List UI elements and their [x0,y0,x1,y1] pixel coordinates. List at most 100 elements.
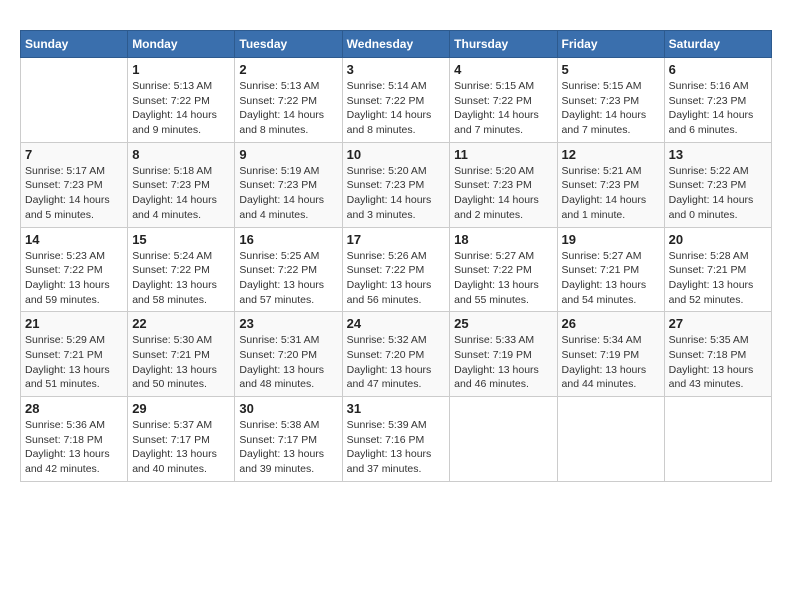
weekday-sunday: Sunday [21,31,128,58]
day-info: Sunrise: 5:27 AMSunset: 7:22 PMDaylight:… [454,249,552,308]
day-number: 23 [239,316,337,331]
calendar-cell: 24 Sunrise: 5:32 AMSunset: 7:20 PMDayligh… [342,312,450,397]
day-number: 6 [669,62,767,77]
weekday-thursday: Thursday [450,31,557,58]
calendar-cell: 29 Sunrise: 5:37 AMSunset: 7:17 PMDayligh… [128,397,235,482]
day-info: Sunrise: 5:33 AMSunset: 7:19 PMDaylight:… [454,333,552,392]
day-info: Sunrise: 5:13 AMSunset: 7:22 PMDaylight:… [239,79,337,138]
day-info: Sunrise: 5:16 AMSunset: 7:23 PMDaylight:… [669,79,767,138]
day-number: 10 [347,147,446,162]
day-info: Sunrise: 5:28 AMSunset: 7:21 PMDaylight:… [669,249,767,308]
weekday-wednesday: Wednesday [342,31,450,58]
day-number: 9 [239,147,337,162]
day-number: 17 [347,232,446,247]
day-number: 16 [239,232,337,247]
weekday-friday: Friday [557,31,664,58]
day-number: 22 [132,316,230,331]
calendar-cell: 8Sunrise: 5:18 AMSunset: 7:23 PMDaylight… [128,142,235,227]
week-row-5: 28Sunrise: 5:36 AMSunset: 7:18 PMDayligh… [21,397,772,482]
day-number: 19 [562,232,660,247]
day-number: 15 [132,232,230,247]
day-info: Sunrise: 5:15 AMSunset: 7:22 PMDaylight:… [454,79,552,138]
day-info: Sunrise: 5:13 AMSunset: 7:22 PMDaylight:… [132,79,230,138]
day-info: Sunrise: 5:15 AMSunset: 7:23 PMDaylight:… [562,79,660,138]
day-number: 27 [669,316,767,331]
day-info: Sunrise: 5:35 AMSunset: 7:18 PMDaylight:… [669,333,767,392]
calendar-cell: 6 Sunrise: 5:16 AMSunset: 7:23 PMDaylight… [664,58,771,143]
calendar-cell: 18 Sunrise: 5:27 AMSunset: 7:22 PMDayligh… [450,227,557,312]
calendar-cell: 4 Sunrise: 5:15 AMSunset: 7:22 PMDaylight… [450,58,557,143]
calendar-cell: 12 Sunrise: 5:21 AMSunset: 7:23 PMDayligh… [557,142,664,227]
calendar-cell [21,58,128,143]
calendar-cell: 20 Sunrise: 5:28 AMSunset: 7:21 PMDayligh… [664,227,771,312]
calendar-cell: 30Sunrise: 5:38 AMSunset: 7:17 PMDayligh… [235,397,342,482]
week-row-1: 1 Sunrise: 5:13 AMSunset: 7:22 PMDaylight… [21,58,772,143]
day-info: Sunrise: 5:23 AMSunset: 7:22 PMDaylight:… [25,249,123,308]
calendar-cell [664,397,771,482]
day-info: Sunrise: 5:20 AMSunset: 7:23 PMDaylight:… [454,164,552,223]
calendar-cell: 17Sunrise: 5:26 AMSunset: 7:22 PMDayligh… [342,227,450,312]
day-info: Sunrise: 5:21 AMSunset: 7:23 PMDaylight:… [562,164,660,223]
day-number: 3 [347,62,446,77]
day-info: Sunrise: 5:20 AMSunset: 7:23 PMDaylight:… [347,164,446,223]
day-info: Sunrise: 5:14 AMSunset: 7:22 PMDaylight:… [347,79,446,138]
day-info: Sunrise: 5:37 AMSunset: 7:17 PMDaylight:… [132,418,230,477]
day-number: 29 [132,401,230,416]
day-info: Sunrise: 5:27 AMSunset: 7:21 PMDaylight:… [562,249,660,308]
weekday-saturday: Saturday [664,31,771,58]
calendar-cell: 21 Sunrise: 5:29 AMSunset: 7:21 PMDayligh… [21,312,128,397]
day-info: Sunrise: 5:36 AMSunset: 7:18 PMDaylight:… [25,418,123,477]
calendar-cell: 3 Sunrise: 5:14 AMSunset: 7:22 PMDaylight… [342,58,450,143]
day-info: Sunrise: 5:24 AMSunset: 7:22 PMDaylight:… [132,249,230,308]
day-number: 20 [669,232,767,247]
day-number: 21 [25,316,123,331]
calendar-cell: 28Sunrise: 5:36 AMSunset: 7:18 PMDayligh… [21,397,128,482]
day-info: Sunrise: 5:17 AMSunset: 7:23 PMDaylight:… [25,164,123,223]
calendar-cell: 11 Sunrise: 5:20 AMSunset: 7:23 PMDayligh… [450,142,557,227]
day-number: 25 [454,316,552,331]
day-number: 2 [239,62,337,77]
day-info: Sunrise: 5:25 AMSunset: 7:22 PMDaylight:… [239,249,337,308]
calendar-cell: 26Sunrise: 5:34 AMSunset: 7:19 PMDayligh… [557,312,664,397]
day-number: 30 [239,401,337,416]
calendar-table: SundayMondayTuesdayWednesdayThursdayFrid… [20,30,772,482]
day-number: 7 [25,147,123,162]
day-number: 14 [25,232,123,247]
calendar-cell: 10 Sunrise: 5:20 AMSunset: 7:23 PMDayligh… [342,142,450,227]
day-number: 13 [669,147,767,162]
calendar-cell: 25 Sunrise: 5:33 AMSunset: 7:19 PMDayligh… [450,312,557,397]
day-info: Sunrise: 5:18 AMSunset: 7:23 PMDaylight:… [132,164,230,223]
day-info: Sunrise: 5:39 AMSunset: 7:16 PMDaylight:… [347,418,446,477]
calendar-cell: 27 Sunrise: 5:35 AMSunset: 7:18 PMDayligh… [664,312,771,397]
calendar-cell: 16 Sunrise: 5:25 AMSunset: 7:22 PMDayligh… [235,227,342,312]
day-info: Sunrise: 5:32 AMSunset: 7:20 PMDaylight:… [347,333,446,392]
weekday-tuesday: Tuesday [235,31,342,58]
calendar-cell: 31 Sunrise: 5:39 AMSunset: 7:16 PMDayligh… [342,397,450,482]
calendar-cell [557,397,664,482]
calendar-cell: 23 Sunrise: 5:31 AMSunset: 7:20 PMDayligh… [235,312,342,397]
calendar-cell: 19 Sunrise: 5:27 AMSunset: 7:21 PMDayligh… [557,227,664,312]
calendar-cell: 9Sunrise: 5:19 AMSunset: 7:23 PMDaylight… [235,142,342,227]
day-info: Sunrise: 5:31 AMSunset: 7:20 PMDaylight:… [239,333,337,392]
weekday-header-row: SundayMondayTuesdayWednesdayThursdayFrid… [21,31,772,58]
week-row-2: 7 Sunrise: 5:17 AMSunset: 7:23 PMDaylight… [21,142,772,227]
calendar-cell: 5 Sunrise: 5:15 AMSunset: 7:23 PMDaylight… [557,58,664,143]
day-info: Sunrise: 5:29 AMSunset: 7:21 PMDaylight:… [25,333,123,392]
day-info: Sunrise: 5:30 AMSunset: 7:21 PMDaylight:… [132,333,230,392]
day-number: 12 [562,147,660,162]
calendar-cell: 2 Sunrise: 5:13 AMSunset: 7:22 PMDaylight… [235,58,342,143]
day-number: 5 [562,62,660,77]
calendar-cell: 14 Sunrise: 5:23 AMSunset: 7:22 PMDayligh… [21,227,128,312]
day-number: 18 [454,232,552,247]
day-number: 11 [454,147,552,162]
day-number: 4 [454,62,552,77]
week-row-4: 21 Sunrise: 5:29 AMSunset: 7:21 PMDayligh… [21,312,772,397]
week-row-3: 14 Sunrise: 5:23 AMSunset: 7:22 PMDayligh… [21,227,772,312]
day-number: 24 [347,316,446,331]
calendar-cell: 1 Sunrise: 5:13 AMSunset: 7:22 PMDaylight… [128,58,235,143]
calendar-cell: 22 Sunrise: 5:30 AMSunset: 7:21 PMDayligh… [128,312,235,397]
day-number: 31 [347,401,446,416]
weekday-monday: Monday [128,31,235,58]
day-number: 1 [132,62,230,77]
calendar-cell: 7 Sunrise: 5:17 AMSunset: 7:23 PMDaylight… [21,142,128,227]
